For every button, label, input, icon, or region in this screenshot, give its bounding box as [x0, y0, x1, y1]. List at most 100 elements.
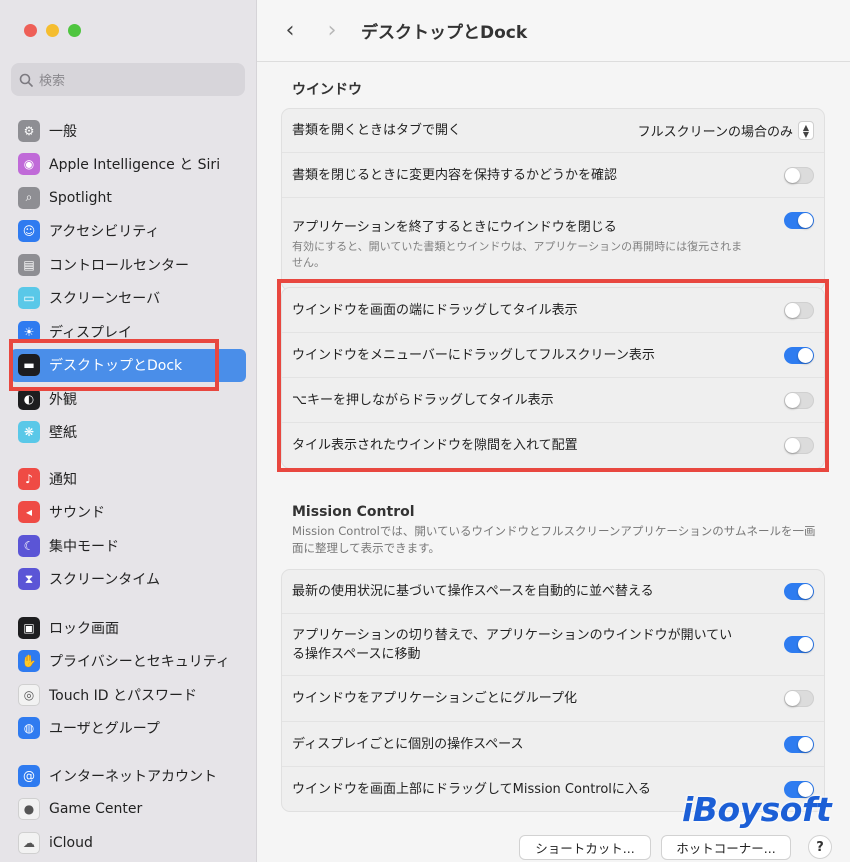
sidebar-item-label: デスクトップとDock [49, 358, 183, 375]
sidebar-item[interactable]: ⌕ Spotlight [10, 181, 246, 215]
siri-icon: ◉ [18, 153, 40, 176]
setting-row: ウインドウを画面の端にドラッグしてタイル表示 [282, 288, 824, 333]
sidebar-item[interactable]: @ インターネットアカウント [10, 759, 246, 793]
sidebar-item[interactable]: ◂ サウンド [10, 496, 246, 530]
toggle-knob [798, 213, 813, 228]
setting-text: ウインドウをメニューバーにドラッグしてフルスクリーン表示 [292, 346, 784, 365]
setting-label: アプリケーションの切り替えで、アプリケーションのウインドウが開いている操作スペー… [292, 627, 733, 662]
sidebar-item[interactable]: ⧗ スクリーンタイム [10, 563, 246, 597]
sidebar-item[interactable]: ♪ 通知 [10, 462, 246, 496]
toggle-knob [798, 637, 813, 652]
help-button[interactable]: ? [808, 835, 832, 859]
search-icon [19, 73, 33, 87]
toggle-knob [785, 438, 800, 453]
setting-sublabel: 有効にすると、開いていた書類とウインドウは、アプリケーションの再開時には復元され… [292, 239, 743, 269]
toggle-switch[interactable] [784, 636, 814, 653]
sidebar-item[interactable]: ◍ ユーザとグループ [10, 712, 246, 746]
setting-label: 書類を開くときはタブで開く [292, 123, 462, 138]
control-center-icon: ▤ [18, 253, 40, 276]
toggle-switch[interactable] [784, 735, 814, 753]
toggle-switch[interactable] [784, 583, 814, 600]
toggle-switch[interactable] [784, 346, 814, 364]
setting-label: 最新の使用状況に基づいて操作スペースを自動的に並べ替える [292, 584, 654, 599]
setting-row: アプリケーションの切り替えで、アプリケーションのウインドウが開いている操作スペー… [282, 614, 824, 676]
toggle-switch[interactable] [784, 166, 814, 184]
sidebar-group-system: ⚙ 一般 ◉ Apple Intelligence と Siri ⌕ Spotlight ☺… [10, 114, 246, 449]
game-center-icon: ● [18, 798, 40, 821]
setting-text: アプリケーションを終了するときにウインドウを閉じる 有効にすると、開いていた書類と… [292, 218, 784, 271]
sidebar-item-label: スクリーンセーバ [49, 291, 161, 308]
bell-icon: ♪ [18, 467, 40, 490]
sidebar-item-label: 壁紙 [49, 425, 77, 442]
dock-icon: ▬ [18, 354, 40, 377]
users-icon: ◍ [18, 717, 40, 740]
section-heading-windows: ウインドウ [292, 82, 362, 98]
setting-label: ⌥キーを押しながらドラッグしてタイル表示 [292, 392, 554, 408]
sidebar-item-label: Apple Intelligence と Siri [49, 157, 221, 174]
magnifier-icon: ⌕ [18, 186, 40, 209]
hot-corners-button[interactable]: ホットコーナー... [661, 835, 791, 860]
sidebar-item-label: 外観 [49, 391, 77, 408]
iboysoft-watermark: iBoysoft [682, 790, 832, 829]
setting-row: タイル表示されたウインドウを隙間を入れて配置 [282, 423, 824, 468]
setting-row: ウインドウをアプリケーションごとにグループ化 [282, 676, 824, 722]
toggle-knob [798, 584, 813, 599]
toggle-knob [785, 302, 800, 318]
toggle-switch[interactable] [784, 437, 814, 454]
sidebar-item[interactable]: ▭ スクリーンセーバ [10, 282, 246, 316]
sidebar-item-label: ロック画面 [49, 620, 119, 637]
lock-icon: ▣ [18, 616, 40, 639]
shortcuts-button[interactable]: ショートカット... [519, 835, 651, 860]
sidebar-item[interactable]: ▬ デスクトップとDock [10, 348, 246, 382]
fingerprint-icon: ◎ [18, 683, 40, 706]
sidebar-group-security: ▣ ロック画面 ✋ プライバシーとセキュリティ ◎ Touch ID とパスワード ◍ ユーザ… [10, 611, 246, 745]
setting-label: ウインドウをアプリケーションごとにグループ化 [292, 691, 577, 706]
setting-row: ウインドウをメニューバーにドラッグしてフルスクリーン表示 [282, 333, 824, 378]
appearance-icon: ◐ [18, 387, 40, 410]
main-pane: ‹ › デスクトップとDock ウインドウ 書類を開くときはタブで開く フルスク… [257, 0, 850, 862]
sidebar-item[interactable]: ● Game Center [10, 793, 246, 827]
speaker-icon: ◂ [18, 501, 40, 524]
setting-text: 書類を閉じるときに変更内容を保持するかどうかを確認 [292, 166, 784, 185]
minimize-window-button[interactable] [46, 24, 59, 37]
sidebar-item[interactable]: ✋ プライバシーとセキュリティ [10, 645, 246, 679]
setting-label: ディスプレイごとに個別の操作スペース [292, 736, 524, 752]
sidebar-item[interactable]: ☺ アクセシビリティ [10, 215, 246, 249]
sidebar-item[interactable]: ◎ Touch ID とパスワード [10, 678, 246, 712]
zoom-window-button[interactable] [68, 24, 81, 37]
sidebar-item[interactable]: ◐ 外観 [10, 382, 246, 416]
sidebar-item[interactable]: ❋ 壁紙 [10, 416, 246, 450]
sidebar-item[interactable]: ▣ ロック画面 [10, 611, 246, 645]
sidebar-item[interactable]: ☾ 集中モード [10, 529, 246, 563]
open-docs-tabs-popup[interactable]: フルスクリーンの場合のみ ▲ ▼ [638, 121, 814, 140]
sidebar-item[interactable]: ▤ コントロールセンター [10, 248, 246, 282]
sidebar-item-label: ディスプレイ [49, 324, 133, 341]
toggle-knob [785, 392, 800, 408]
sidebar-item[interactable]: ☁ iCloud [10, 826, 246, 860]
close-window-button[interactable] [24, 24, 37, 37]
back-button[interactable]: ‹ [275, 18, 305, 43]
toggle-switch[interactable] [784, 690, 814, 707]
toggle-switch[interactable] [784, 212, 814, 229]
toggle-switch[interactable] [784, 301, 814, 319]
setting-text: アプリケーションの切り替えで、アプリケーションのウインドウが開いている操作スペー… [292, 626, 784, 664]
setting-row: 書類を閉じるときに変更内容を保持するかどうかを確認 [282, 153, 824, 198]
setting-row: ディスプレイごとに個別の操作スペース [282, 722, 824, 767]
windows-settings-card: 書類を開くときはタブで開く フルスクリーンの場合のみ ▲ ▼ 書類を閉じるときに変… [281, 108, 825, 291]
setting-row: ⌥キーを押しながらドラッグしてタイル表示 [282, 378, 824, 423]
sidebar-item[interactable]: ☀ ディスプレイ [10, 315, 246, 349]
toggle-switch[interactable] [784, 391, 814, 409]
accessibility-icon: ☺ [18, 220, 40, 243]
forward-button[interactable]: › [317, 18, 347, 43]
traffic-lights [24, 24, 81, 37]
sidebar: 検索 ⚙ 一般 ◉ Apple Intelligence と Siri ⌕ Spotlig… [0, 0, 257, 862]
at-icon: @ [18, 764, 40, 787]
setting-text: ウインドウをアプリケーションごとにグループ化 [292, 689, 784, 708]
search-field[interactable]: 検索 [11, 63, 245, 96]
sidebar-item[interactable]: ⚙ 一般 [10, 114, 246, 148]
tile-settings-card: ウインドウを画面の端にドラッグしてタイル表示ウインドウをメニューバーにドラッグし… [281, 287, 825, 469]
sidebar-item-label: スクリーンタイム [49, 572, 161, 589]
sidebar-item[interactable]: ◉ Apple Intelligence と Siri [10, 148, 246, 182]
toggle-knob [785, 691, 800, 706]
chevron-updown-icon: ▲ ▼ [798, 121, 814, 140]
